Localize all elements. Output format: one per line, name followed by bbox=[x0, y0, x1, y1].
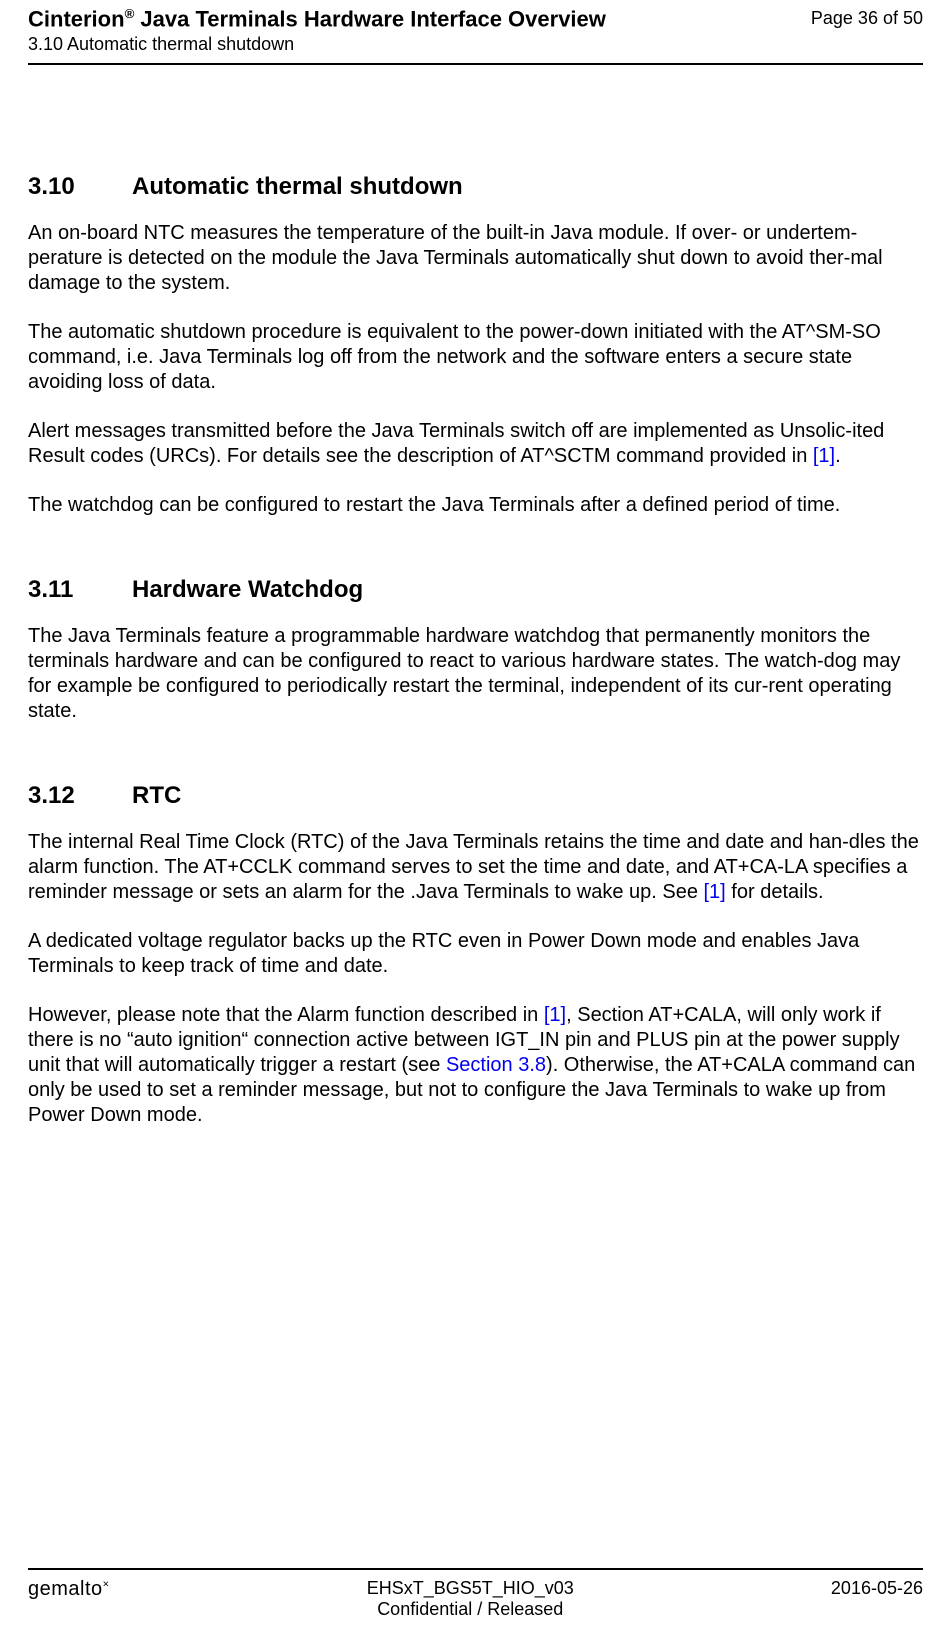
reference-link[interactable]: [1] bbox=[544, 1004, 566, 1026]
page-footer: gemalto× EHSxT_BGS5T_HIO_v03 Confidentia… bbox=[28, 1568, 923, 1620]
doc-title: Cinterion® Java Terminals Hardware Inter… bbox=[28, 6, 606, 32]
header-section-path: 3.10 Automatic thermal shutdown bbox=[28, 34, 606, 55]
heading-3-11: 3.11Hardware Watchdog bbox=[28, 576, 923, 604]
reference-link[interactable]: [1] bbox=[704, 881, 726, 903]
section-title: Hardware Watchdog bbox=[132, 576, 363, 603]
logo-star-icon: × bbox=[103, 1578, 110, 1590]
section-number: 3.12 bbox=[28, 782, 132, 810]
reference-link[interactable]: Section 3.8 bbox=[446, 1054, 546, 1076]
page-content: 3.10Automatic thermal shutdown An on-boa… bbox=[28, 65, 923, 1128]
page-header: Cinterion® Java Terminals Hardware Inter… bbox=[28, 0, 923, 65]
doc-id: EHSxT_BGS5T_HIO_v03 bbox=[110, 1578, 831, 1599]
paragraph: The watchdog can be configured to restar… bbox=[28, 493, 923, 518]
registered-mark: ® bbox=[125, 6, 135, 21]
paragraph: However, please note that the Alarm func… bbox=[28, 1003, 923, 1128]
logo-text: gemalto bbox=[28, 1578, 103, 1600]
paragraph-text: for details. bbox=[726, 881, 824, 903]
paragraph: The Java Terminals feature a programmabl… bbox=[28, 624, 923, 724]
paragraph: Alert messages transmitted before the Ja… bbox=[28, 419, 923, 469]
paragraph: The automatic shutdown procedure is equi… bbox=[28, 320, 923, 395]
heading-3-12: 3.12RTC bbox=[28, 782, 923, 810]
confidentiality: Confidential / Released bbox=[110, 1599, 831, 1620]
reference-link[interactable]: [1] bbox=[813, 445, 835, 467]
paragraph-text: However, please note that the Alarm func… bbox=[28, 1004, 544, 1026]
paragraph-text: Alert messages transmitted before the Ja… bbox=[28, 420, 884, 467]
paragraph-text: . bbox=[835, 445, 841, 467]
paragraph: The internal Real Time Clock (RTC) of th… bbox=[28, 830, 923, 905]
title-prefix: Cinterion bbox=[28, 6, 125, 31]
paragraph: A dedicated voltage regulator backs up t… bbox=[28, 929, 923, 979]
heading-3-10: 3.10Automatic thermal shutdown bbox=[28, 173, 923, 201]
title-rest: Java Terminals Hardware Interface Overvi… bbox=[134, 6, 606, 31]
page-number: Page 36 of 50 bbox=[811, 6, 923, 29]
footer-center: EHSxT_BGS5T_HIO_v03 Confidential / Relea… bbox=[110, 1578, 831, 1620]
header-left: Cinterion® Java Terminals Hardware Inter… bbox=[28, 6, 606, 55]
section-title: RTC bbox=[132, 782, 181, 809]
section-number: 3.10 bbox=[28, 173, 132, 201]
section-title: Automatic thermal shutdown bbox=[132, 173, 463, 200]
paragraph: An on-board NTC measures the temperature… bbox=[28, 221, 923, 296]
footer-date: 2016-05-26 bbox=[831, 1578, 923, 1599]
gemalto-logo: gemalto× bbox=[28, 1578, 110, 1601]
section-number: 3.11 bbox=[28, 576, 132, 604]
